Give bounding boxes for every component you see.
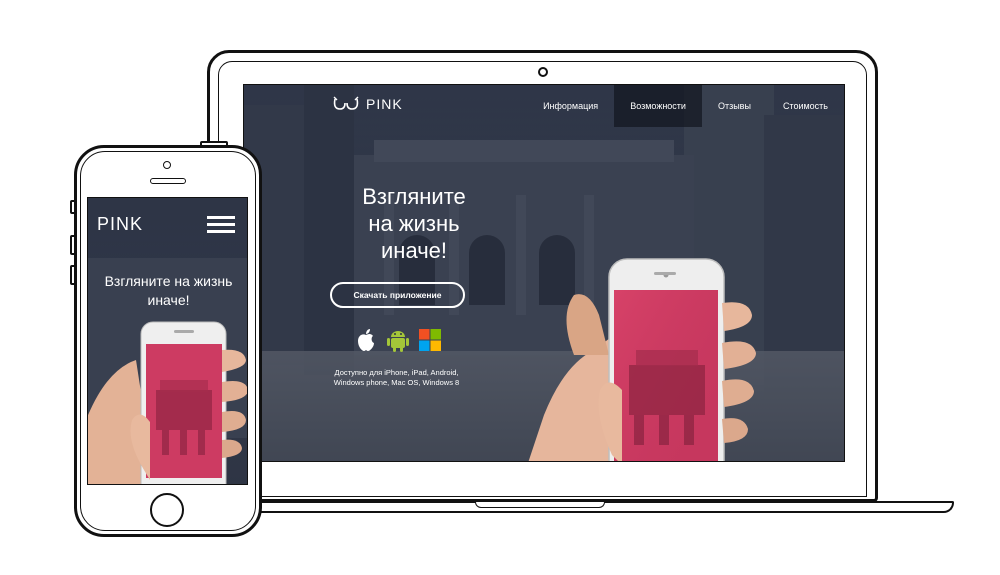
availability-line: Доступно для iPhone, iPad, Android,: [334, 368, 459, 377]
download-app-button[interactable]: Скачать приложение: [330, 282, 465, 308]
hero-title-line: Взгляните: [362, 184, 466, 209]
phone-home-button[interactable]: [150, 493, 184, 527]
phone-screen: PINK Взгляните на жизнь иначе!: [87, 197, 248, 485]
nav-item-pricing[interactable]: Стоимость: [767, 85, 844, 127]
hero-title: Взгляните на жизнь иначе!: [334, 183, 494, 264]
hamburger-menu-icon[interactable]: [207, 216, 235, 234]
hand-holding-phone-illustration: [88, 321, 247, 484]
phone-hero-title-line: Взгляните на жизнь: [104, 273, 233, 289]
logo-text: PINK: [366, 96, 403, 112]
hero-title-line: на жизнь: [368, 211, 460, 236]
nav-item-reviews[interactable]: Отзывы: [702, 85, 767, 127]
hand-holding-phone-illustration: [528, 258, 756, 461]
platform-icons: [354, 327, 442, 353]
nav-item-info[interactable]: Информация: [527, 85, 614, 127]
windows-icon[interactable]: [418, 327, 442, 353]
phone-speaker: [150, 178, 186, 184]
phone-camera: [163, 161, 171, 169]
apple-icon[interactable]: [354, 327, 378, 353]
nav-menu: Информация Возможности Отзывы Стоимость: [527, 85, 844, 127]
site-logo[interactable]: PINK: [332, 95, 403, 113]
availability-text: Доступно для iPhone, iPad, Android, Wind…: [314, 368, 479, 388]
laptop-camera: [538, 67, 548, 77]
glasses-logo-icon: [333, 96, 359, 110]
hero-title-line: иначе!: [381, 238, 447, 263]
phone-hero-title: Взгляните на жизнь иначе!: [96, 272, 241, 310]
site-navbar: PINK Информация Возможности Отзывы Стоим…: [244, 85, 844, 127]
nav-item-features[interactable]: Возможности: [614, 85, 702, 127]
phone-site-logo[interactable]: PINK: [97, 214, 143, 235]
availability-line: Windows phone, Mac OS, Windows 8: [333, 378, 460, 387]
laptop-notch: [475, 502, 605, 508]
laptop-screen: PINK Информация Возможности Отзывы Стоим…: [243, 84, 845, 462]
android-icon[interactable]: [386, 327, 410, 353]
phone-hero-title-line: иначе!: [147, 292, 190, 308]
